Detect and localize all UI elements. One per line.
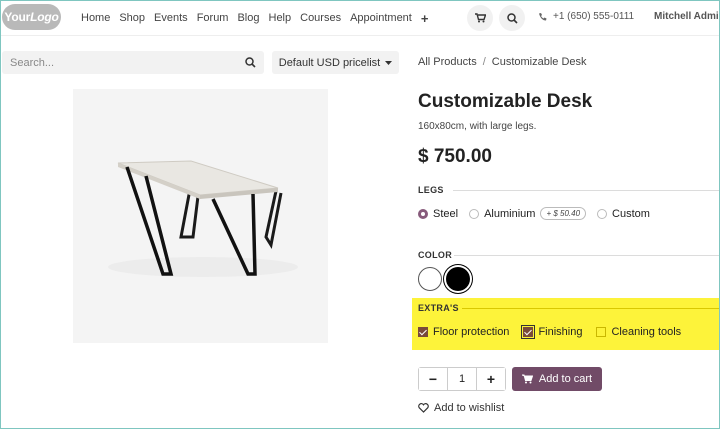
color-divider — [454, 255, 720, 256]
extra-finishing[interactable]: Finishing — [521, 325, 583, 339]
quantity-input[interactable]: 1 — [447, 368, 477, 390]
cart-button[interactable] — [467, 5, 493, 31]
cart-icon — [521, 374, 533, 384]
nav-courses[interactable]: Courses — [300, 12, 341, 24]
steel-label: Steel — [433, 207, 459, 220]
logo-text-accent: Logo — [30, 10, 59, 24]
wishlist-label: Add to wishlist — [434, 402, 505, 414]
finishing-checkbox[interactable] — [521, 325, 536, 339]
color-label: COLOR — [418, 250, 452, 260]
aluminium-radio[interactable] — [469, 208, 480, 219]
quantity-stepper: − 1 + — [418, 367, 506, 391]
quantity-decrease-button[interactable]: − — [419, 368, 447, 390]
custom-label: Custom — [612, 207, 650, 220]
legs-label: LEGS — [418, 185, 444, 195]
cart-icon — [474, 13, 486, 23]
nav-home[interactable]: Home — [81, 12, 110, 24]
add-to-cart-button[interactable]: Add to cart — [512, 367, 602, 391]
logo[interactable]: Your Logo — [2, 4, 61, 30]
nav-forum[interactable]: Forum — [197, 12, 229, 24]
legs-divider — [453, 190, 720, 191]
search-icon[interactable] — [245, 57, 256, 68]
heart-icon — [418, 403, 429, 413]
nav-appointment[interactable]: Appointment — [350, 12, 412, 24]
nav-shop[interactable]: Shop — [119, 12, 145, 24]
color-swatch-white[interactable] — [418, 267, 442, 291]
legs-options: Steel Aluminium + $ 50.40 Custom — [418, 207, 661, 220]
floor-protection-checkbox[interactable] — [418, 327, 428, 337]
quantity-increase-button[interactable]: + — [477, 368, 505, 390]
aluminium-extra-price-badge: + $ 50.40 — [540, 207, 587, 220]
nav-blog[interactable]: Blog — [237, 12, 259, 24]
cleaning-tools-checkbox[interactable] — [596, 327, 607, 337]
phone-number: +1 (650) 555-0111 — [553, 11, 635, 22]
desk-illustration — [108, 160, 298, 277]
product-title: Customizable Desk — [418, 91, 593, 112]
finishing-label: Finishing — [538, 326, 583, 338]
floor-protection-label: Floor protection — [433, 326, 510, 338]
caret-down-icon — [385, 60, 393, 65]
extras-options: Floor protection Finishing Cleaning tool… — [418, 325, 695, 339]
legs-option-custom[interactable]: Custom — [597, 208, 650, 220]
legs-option-steel[interactable]: Steel — [418, 208, 458, 220]
legs-option-aluminium[interactable]: Aluminium + $ 50.40 — [469, 207, 587, 220]
add-to-wishlist-link[interactable]: Add to wishlist — [418, 402, 504, 414]
logo-text-main: Your — [4, 10, 31, 24]
search-input[interactable]: Search... — [2, 51, 264, 74]
pricelist-dropdown[interactable]: Default USD pricelist — [272, 51, 399, 74]
header: Your Logo Home Shop Events Forum Blog Hel… — [0, 0, 720, 36]
search-placeholder: Search... — [10, 56, 55, 69]
custom-radio[interactable] — [597, 208, 608, 219]
search-icon — [506, 12, 518, 24]
pricelist-label: Default USD pricelist — [278, 56, 381, 69]
nav-events[interactable]: Events — [154, 12, 188, 24]
extra-cleaning-tools[interactable]: Cleaning tools — [596, 326, 681, 338]
aluminium-label: Aluminium — [484, 207, 536, 220]
add-to-cart-label: Add to cart — [538, 373, 593, 385]
product-image[interactable] — [73, 89, 328, 343]
extras-label: EXTRA'S — [418, 303, 459, 313]
phone-icon — [539, 13, 547, 21]
extra-floor-protection[interactable]: Floor protection — [418, 326, 509, 338]
product-subtitle: 160x80cm, with large legs. — [418, 121, 537, 132]
product-price: $ 750.00 — [418, 146, 492, 167]
phone-contact[interactable]: +1 (650) 555-0111 — [538, 11, 634, 22]
extras-divider — [462, 308, 720, 309]
breadcrumb-current: Customizable Desk — [491, 56, 587, 68]
main-nav: Home Shop Events Forum Blog Help Courses… — [81, 0, 437, 36]
user-menu[interactable]: Mitchell Admin — [654, 11, 720, 22]
search-button[interactable] — [499, 5, 525, 31]
nav-help[interactable]: Help — [269, 12, 292, 24]
cleaning-tools-label: Cleaning tools — [611, 326, 682, 338]
breadcrumb-all-products[interactable]: All Products — [418, 56, 477, 68]
breadcrumb-separator: / — [482, 56, 486, 68]
steel-radio[interactable] — [418, 208, 428, 219]
color-swatch-black[interactable] — [446, 267, 470, 291]
nav-add-icon[interactable]: + — [421, 11, 429, 26]
breadcrumb: All Products / Customizable Desk — [418, 56, 587, 68]
